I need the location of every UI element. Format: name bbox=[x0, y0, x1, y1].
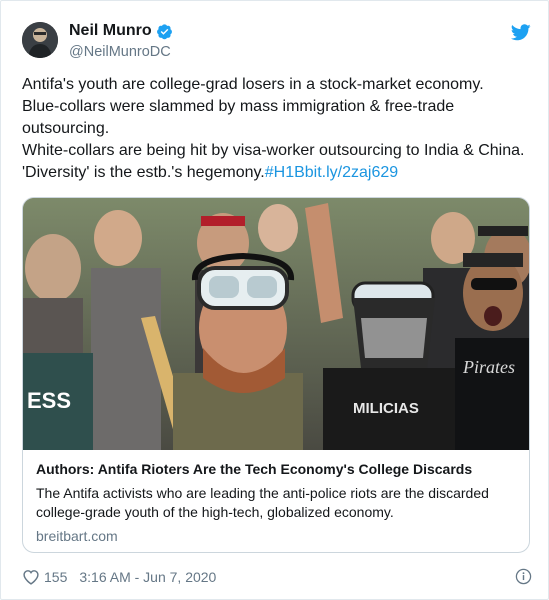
author-display-name[interactable]: Neil Munro bbox=[69, 22, 152, 40]
tweet-text-line: White-collars are being hit by visa-work… bbox=[22, 142, 525, 159]
protest-photo: ESS MILICIAS Pirates bbox=[23, 198, 529, 450]
link-preview-card[interactable]: ESS MILICIAS Pirates Authors: Antifa Rio… bbox=[22, 197, 530, 553]
tweet-text: Antifa's youth are college-grad losers i… bbox=[22, 74, 532, 184]
hashtag-link[interactable]: #H1B bbox=[265, 164, 305, 181]
card-title[interactable]: Authors: Antifa Rioters Are the Tech Eco… bbox=[36, 460, 520, 478]
author-handle[interactable]: @NeilMunroDC bbox=[69, 44, 173, 60]
tweet-footer: 155 3:16 AM - Jun 7, 2020 bbox=[22, 568, 532, 585]
tweet-timestamp[interactable]: 3:16 AM - Jun 7, 2020 bbox=[79, 569, 216, 585]
shirt-text-center: MILICIAS bbox=[353, 400, 419, 417]
author-info[interactable]: Neil Munro @NeilMunroDC bbox=[69, 21, 173, 60]
shirt-text-right: Pirates bbox=[462, 357, 515, 377]
tweet-text-line: outsourcing. bbox=[22, 120, 110, 137]
card-domain[interactable]: breitbart.com bbox=[36, 528, 520, 544]
avatar-image bbox=[22, 22, 58, 58]
url-link[interactable]: bit.ly/2zaj629 bbox=[305, 164, 398, 181]
verified-badge-icon bbox=[156, 23, 173, 40]
info-icon[interactable] bbox=[515, 568, 532, 585]
card-image[interactable]: ESS MILICIAS Pirates bbox=[23, 198, 529, 450]
card-body: Authors: Antifa Rioters Are the Tech Eco… bbox=[36, 460, 520, 544]
heart-icon bbox=[23, 569, 39, 585]
shirt-text-left: ESS bbox=[27, 388, 71, 413]
like-button[interactable]: 155 bbox=[22, 569, 67, 585]
tweet-text-line-last: 'Diversity' is the estb.'s hegemony.#H1B… bbox=[22, 162, 532, 184]
embedded-tweet: Neil Munro @NeilMunroDC Antifa's youth a… bbox=[0, 0, 549, 600]
tweet-text-line: Antifa's youth are college-grad losers i… bbox=[22, 76, 484, 93]
author-avatar[interactable] bbox=[22, 22, 58, 58]
tweet-text-line: Blue-collars were slammed by mass immigr… bbox=[22, 98, 455, 115]
card-description: The Antifa activists who are leading the… bbox=[36, 485, 489, 520]
twitter-bird-icon[interactable] bbox=[510, 24, 531, 46]
tweet-text-line: 'Diversity' is the estb.'s hegemony. bbox=[22, 164, 265, 181]
like-count: 155 bbox=[44, 568, 68, 585]
